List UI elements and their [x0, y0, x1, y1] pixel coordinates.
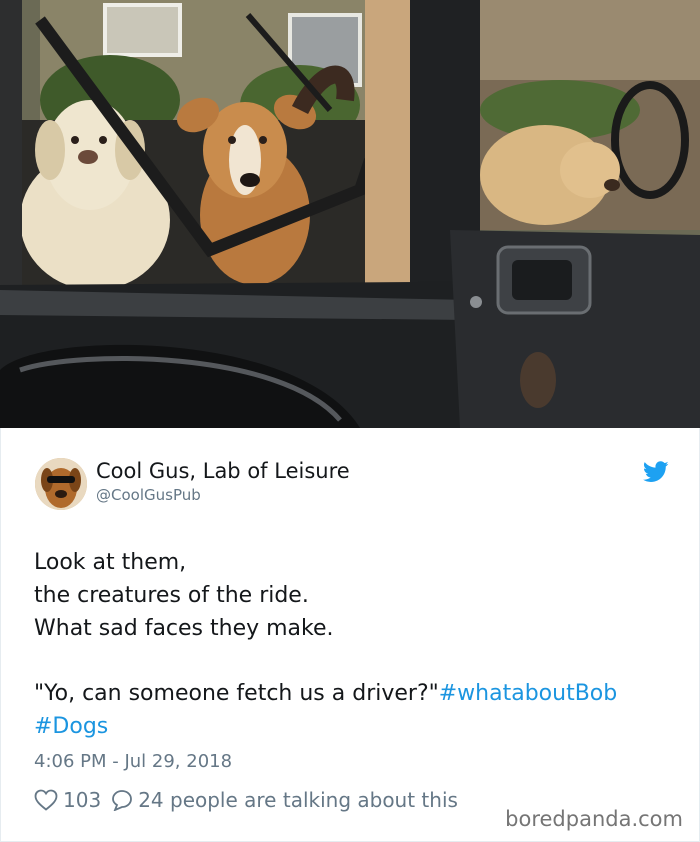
tweet-line: What sad faces they make. [34, 616, 334, 641]
tweet-line-hashtag: #Dogs [34, 710, 684, 743]
display-name[interactable]: Cool Gus, Lab of Leisure [96, 459, 350, 483]
hashtag-dogs-link[interactable]: #Dogs [34, 714, 108, 739]
tweet-photo[interactable] [0, 0, 700, 428]
boredpanda-watermark: boredpanda.com [505, 807, 683, 831]
reply-bubble-icon[interactable] [111, 789, 133, 811]
tweet-stats: 103 24 people are talking about this [34, 786, 458, 814]
heart-icon[interactable] [34, 789, 58, 811]
avatar-dog-icon [35, 458, 87, 510]
quote-text: "Yo, can someone fetch us a driver?" [34, 681, 439, 706]
tweet-line: Look at them, [34, 550, 187, 575]
avatar[interactable] [35, 458, 87, 510]
tweet-line-quote: "Yo, can someone fetch us a driver?"#wha… [34, 677, 684, 710]
tweet-line: the creatures of the ride. [34, 583, 309, 608]
tweet-card: Cool Gus, Lab of Leisure @CoolGusPub Loo… [0, 428, 700, 842]
dogs-in-jeep-image [0, 0, 700, 428]
tweet-text: Look at them, the creatures of the ride.… [34, 546, 684, 743]
tweet-timestamp[interactable]: 4:06 PM - Jul 29, 2018 [34, 751, 232, 772]
hashtag-whataboutbob-link[interactable]: #whataboutBob [439, 681, 617, 706]
like-count[interactable]: 103 [63, 788, 101, 812]
replies-text[interactable]: 24 people are talking about this [138, 788, 458, 812]
user-handle[interactable]: @CoolGusPub [96, 486, 201, 504]
twitter-bird-icon[interactable] [643, 461, 669, 483]
